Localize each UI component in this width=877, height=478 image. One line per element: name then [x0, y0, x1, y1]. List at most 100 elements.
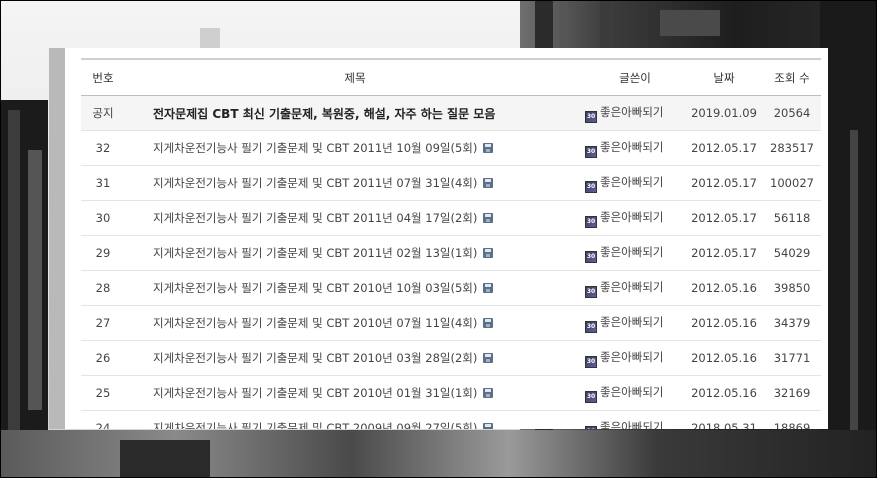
- header-author[interactable]: 글쓴이: [585, 58, 685, 96]
- row-author[interactable]: 30좋은아빠되기: [585, 375, 685, 411]
- table-row[interactable]: 26 지게차운전기능사 필기 기출문제 및 CBT 2010년 03월 28일(2…: [81, 340, 821, 376]
- member-level-icon: 30: [585, 285, 597, 298]
- row-number: 31: [81, 165, 125, 201]
- row-number: 25: [81, 375, 125, 411]
- member-level-icon: 30: [585, 355, 597, 368]
- row-date: 2012.05.17: [685, 235, 763, 271]
- header-views[interactable]: 조회 수: [763, 58, 821, 96]
- table-row[interactable]: 31 지게차운전기능사 필기 기출문제 및 CBT 2011년 07월 31일(4…: [81, 165, 821, 201]
- header-no[interactable]: 번호: [81, 58, 125, 96]
- save-file-icon: [483, 318, 494, 328]
- row-date: 2012.05.16: [685, 340, 763, 376]
- save-file-icon: [483, 213, 494, 223]
- notice-row[interactable]: 공지 전자문제집 CBT 최신 기출문제, 복원중, 해설, 자주 하는 질문 …: [81, 95, 821, 131]
- row-author[interactable]: 30좋은아빠되기: [585, 410, 685, 430]
- row-title-link[interactable]: 지게차운전기능사 필기 기출문제 및 CBT 2011년 10월 09일(5회): [153, 141, 477, 155]
- board-table-wrap: 번호 제목 글쓴이 날짜 조회 수 공지 전자문제집 CBT 최신 기출문제, …: [81, 58, 821, 429]
- save-file-icon: [483, 423, 494, 429]
- row-date: 2012.05.16: [685, 375, 763, 411]
- row-views: 39850: [763, 270, 821, 306]
- row-date: 2012.05.16: [685, 270, 763, 306]
- row-author[interactable]: 30좋은아빠되기: [585, 340, 685, 376]
- row-title-link[interactable]: 지게차운전기능사 필기 기출문제 및 CBT 2010년 10월 03일(5회): [153, 281, 477, 295]
- row-date: 2012.05.17: [685, 165, 763, 201]
- table-row[interactable]: 30 지게차운전기능사 필기 기출문제 및 CBT 2011년 04월 17일(2…: [81, 200, 821, 236]
- author-name[interactable]: 좋은아빠되기: [600, 245, 663, 259]
- save-file-icon: [483, 248, 494, 258]
- row-views: 283517: [763, 130, 821, 166]
- row-title-cell: 지게차운전기능사 필기 기출문제 및 CBT 2010년 10월 03일(5회): [125, 270, 585, 306]
- row-title-link[interactable]: 지게차운전기능사 필기 기출문제 및 CBT 2011년 02월 13일(1회): [153, 246, 477, 260]
- notice-label: 공지: [81, 95, 125, 131]
- member-level-icon: 30: [585, 110, 597, 123]
- row-views: 34379: [763, 305, 821, 341]
- table-row[interactable]: 25 지게차운전기능사 필기 기출문제 및 CBT 2010년 01월 31일(1…: [81, 375, 821, 411]
- notice-title-link[interactable]: 전자문제집 CBT 최신 기출문제, 복원중, 해설, 자주 하는 질문 모음: [125, 95, 585, 131]
- board-table: 번호 제목 글쓴이 날짜 조회 수 공지 전자문제집 CBT 최신 기출문제, …: [81, 58, 821, 429]
- header-title[interactable]: 제목: [125, 58, 585, 96]
- row-author[interactable]: 30좋은아빠되기: [585, 165, 685, 201]
- author-name[interactable]: 좋은아빠되기: [600, 420, 663, 430]
- background-beam: [200, 28, 220, 48]
- table-row[interactable]: 24 지게차운전기능사 필기 기출문제 및 CBT 2009년 09월 27일(5…: [81, 410, 821, 430]
- table-row[interactable]: 28 지게차운전기능사 필기 기출문제 및 CBT 2010년 10월 03일(5…: [81, 270, 821, 306]
- save-file-icon: [483, 283, 494, 293]
- row-title-link[interactable]: 지게차운전기능사 필기 기출문제 및 CBT 2011년 04월 17일(2회): [153, 211, 477, 225]
- author-name[interactable]: 좋은아빠되기: [600, 280, 663, 294]
- author-name[interactable]: 좋은아빠되기: [600, 385, 663, 399]
- header-row: 번호 제목 글쓴이 날짜 조회 수: [81, 58, 821, 96]
- background-beam: [820, 0, 877, 478]
- row-title-cell: 지게차운전기능사 필기 기출문제 및 CBT 2011년 07월 31일(4회): [125, 165, 585, 201]
- row-date: 2018.05.31: [685, 410, 763, 429]
- member-level-icon: 30: [585, 145, 597, 158]
- row-author[interactable]: 30좋은아빠되기: [585, 270, 685, 306]
- row-number: 24: [81, 410, 125, 429]
- row-title-cell: 지게차운전기능사 필기 기출문제 및 CBT 2011년 10월 09일(5회): [125, 130, 585, 166]
- notice-date: 2019.01.09: [685, 95, 763, 131]
- author-name[interactable]: 좋은아빠되기: [600, 210, 663, 224]
- notice-views: 20564: [763, 95, 821, 131]
- row-author[interactable]: 30좋은아빠되기: [585, 200, 685, 236]
- row-title-link[interactable]: 지게차운전기능사 필기 기출문제 및 CBT 2010년 07월 11일(4회): [153, 316, 477, 330]
- row-number: 28: [81, 270, 125, 306]
- board-table-body: 공지 전자문제집 CBT 최신 기출문제, 복원중, 해설, 자주 하는 질문 …: [81, 95, 821, 430]
- row-author[interactable]: 30좋은아빠되기: [585, 235, 685, 271]
- row-number: 32: [81, 130, 125, 166]
- author-name[interactable]: 좋은아빠되기: [600, 105, 663, 119]
- author-name[interactable]: 좋은아빠되기: [600, 350, 663, 364]
- row-views: 18869: [763, 410, 821, 429]
- row-views: 32169: [763, 375, 821, 411]
- row-date: 2012.05.16: [685, 305, 763, 341]
- row-title-cell: 지게차운전기능사 필기 기출문제 및 CBT 2010년 07월 11일(4회): [125, 305, 585, 341]
- row-number: 26: [81, 340, 125, 376]
- table-row[interactable]: 32 지게차운전기능사 필기 기출문제 및 CBT 2011년 10월 09일(5…: [81, 130, 821, 166]
- row-author[interactable]: 30좋은아빠되기: [585, 130, 685, 166]
- row-date: 2012.05.17: [685, 200, 763, 236]
- author-name[interactable]: 좋은아빠되기: [600, 140, 663, 154]
- background-beam: [660, 10, 720, 36]
- member-level-icon: 30: [585, 320, 597, 333]
- save-file-icon: [483, 388, 494, 398]
- member-level-icon: 30: [585, 250, 597, 263]
- row-title-link[interactable]: 지게차운전기능사 필기 기출문제 및 CBT 2011년 07월 31일(4회): [153, 176, 477, 190]
- row-title-cell: 지게차운전기능사 필기 기출문제 및 CBT 2010년 01월 31일(1회): [125, 375, 585, 411]
- board-panel: 번호 제목 글쓴이 날짜 조회 수 공지 전자문제집 CBT 최신 기출문제, …: [49, 48, 828, 429]
- row-views: 56118: [763, 200, 821, 236]
- table-row[interactable]: 27 지게차운전기능사 필기 기출문제 및 CBT 2010년 07월 11일(4…: [81, 305, 821, 341]
- background-beam: [8, 110, 20, 430]
- row-title-link[interactable]: 지게차운전기능사 필기 기출문제 및 CBT 2010년 03월 28일(2회): [153, 351, 477, 365]
- row-title-link[interactable]: 지게차운전기능사 필기 기출문제 및 CBT 2010년 01월 31일(1회): [153, 386, 477, 400]
- save-file-icon: [483, 143, 494, 153]
- author-name[interactable]: 좋은아빠되기: [600, 175, 663, 189]
- board-table-header: 번호 제목 글쓴이 날짜 조회 수: [81, 58, 821, 96]
- row-title-cell: 지게차운전기능사 필기 기출문제 및 CBT 2011년 02월 13일(1회): [125, 235, 585, 271]
- header-date[interactable]: 날짜: [685, 58, 763, 96]
- notice-author[interactable]: 30 좋은아빠되기: [585, 95, 685, 131]
- row-title-link[interactable]: 지게차운전기능사 필기 기출문제 및 CBT 2009년 09월 27일(5회): [153, 421, 477, 429]
- row-title-cell: 지게차운전기능사 필기 기출문제 및 CBT 2009년 09월 27일(5회): [125, 410, 585, 429]
- row-author[interactable]: 30좋은아빠되기: [585, 305, 685, 341]
- author-name[interactable]: 좋은아빠되기: [600, 315, 663, 329]
- member-level-icon: 30: [585, 215, 597, 228]
- background-beam: [850, 130, 858, 430]
- table-row[interactable]: 29 지게차운전기능사 필기 기출문제 및 CBT 2011년 02월 13일(1…: [81, 235, 821, 271]
